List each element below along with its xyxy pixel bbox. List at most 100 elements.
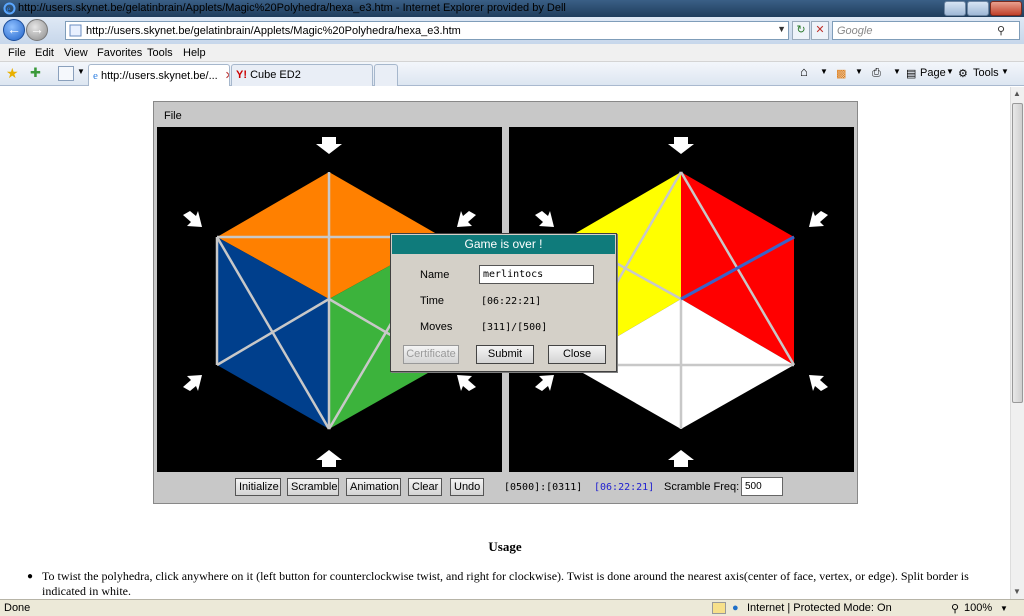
quick-tabs-icon[interactable] [58,66,74,81]
close-window-button[interactable] [990,1,1022,16]
bullet-icon: ● [27,571,34,582]
security-zone: Internet | Protected Mode: On [747,602,892,614]
zoom-icon: ⚲ [951,603,960,615]
page-dropdown-icon[interactable]: ▼ [946,67,954,76]
yahoo-icon: Y! [236,69,247,81]
arrow-bottom-icon[interactable] [668,450,694,467]
refresh-button[interactable]: ↻ [792,21,810,40]
search-placeholder: Google [837,25,873,37]
vertical-scrollbar[interactable]: ▲ ▼ [1010,87,1024,599]
print-dropdown-icon[interactable]: ▼ [893,67,901,76]
zoom-dropdown-icon[interactable]: ▼ [1000,604,1008,613]
feeds-dropdown-icon[interactable]: ▼ [855,67,863,76]
forward-button[interactable]: → [26,19,48,41]
minimize-button[interactable] [944,1,966,16]
name-label: Name [420,269,450,281]
name-input[interactable]: merlintocs [479,265,594,284]
usage-heading: Usage [488,539,522,554]
new-tab-button[interactable] [374,64,398,86]
scrollbar-thumb[interactable] [1012,103,1023,403]
home-dropdown-icon[interactable]: ▼ [820,67,828,76]
time-value: [06:22:21] [481,296,542,307]
tools-dropdown-icon[interactable]: ▼ [1001,67,1009,76]
tab-current[interactable]: e http://users.skynet.be/... ✕ [88,64,230,86]
protected-mode-icon [712,602,726,614]
menu-edit[interactable]: Edit [35,47,54,59]
gear-icon: ⚙ [958,68,968,80]
arrow-upper-left-icon[interactable] [535,211,554,227]
stop-icon: ✕ [815,24,825,36]
arrow-upper-right-icon[interactable] [457,211,476,227]
arrow-upper-left-icon[interactable] [183,211,202,227]
scroll-up-icon[interactable]: ▲ [1013,89,1021,98]
menu-help[interactable]: Help [183,47,206,59]
arrow-top-icon[interactable] [316,137,342,154]
undo-button[interactable]: Undo [450,478,484,496]
restore-button[interactable] [967,1,989,16]
favorites-star-icon[interactable]: ★ [6,65,19,82]
status-text: Done [4,602,31,614]
address-url: http://users.skynet.be/gelatinbrain/Appl… [86,25,461,37]
initialize-button[interactable]: Initialize [235,478,281,496]
stop-button[interactable]: ✕ [811,21,829,40]
page-menu-button[interactable]: Page [920,67,946,79]
add-favorite-icon[interactable]: ✚ [30,65,41,81]
zoom-level[interactable]: 100% [964,602,992,614]
tab-cube-ed2[interactable]: Y! Cube ED2 [231,64,373,86]
close-button[interactable]: Close [548,345,606,364]
scramble-freq-input[interactable]: 500 [741,477,783,496]
print-icon[interactable]: ⎙ [872,67,881,80]
arrow-lower-right-icon[interactable] [809,375,828,391]
tab-close-icon[interactable]: ✕ [225,70,229,82]
time-label: Time [420,295,445,307]
clear-button[interactable]: Clear [408,478,442,496]
tools-menu-button[interactable]: Tools [973,67,999,79]
dialog-title: Game is over ! [392,235,615,254]
globe-icon: ● [732,602,739,614]
arrow-lower-left-icon[interactable] [183,375,202,391]
back-button[interactable]: ← [3,19,25,41]
usage-item: To twist the polyhedra, click anywhere o… [42,569,969,598]
menu-view[interactable]: View [64,47,88,59]
submit-button[interactable]: Submit [476,345,534,364]
animation-button[interactable]: Animation [346,478,401,496]
status-bar: Done ● Internet | Protected Mode: On ⚲ 1… [0,599,1024,616]
refresh-icon: ↻ [796,24,806,36]
address-toolbar: ← → http://users.skynet.be/gelatinbrain/… [0,17,1024,44]
elapsed-timer: [06:22:21] [594,482,655,493]
menu-bar: File Edit View Favorites Tools Help [0,44,1024,62]
arrow-lower-left-icon[interactable] [535,375,554,391]
arrow-bottom-icon[interactable] [316,450,342,467]
back-arrow-icon: ← [7,21,21,37]
moves-value: [311]/[500] [481,322,548,333]
page-icon [69,24,82,37]
menu-tools[interactable]: Tools [147,47,173,59]
tab-ie-icon: e [93,70,98,82]
applet-file-menu[interactable]: File [164,110,182,122]
arrow-top-icon[interactable] [668,137,694,154]
tab-current-label: http://users.skynet.be/... [100,70,218,82]
title-bar: e http://users.skynet.be/gelatinbrain/Ap… [0,0,1024,17]
search-icon[interactable]: ⚲ [997,24,1005,37]
arrow-upper-right-icon[interactable] [809,211,828,227]
home-icon[interactable]: ⌂ [800,64,808,79]
page-menu-icon: ▤ [906,68,917,80]
tab-cube-ed2-label: Cube ED2 [250,69,301,81]
arrow-lower-right-icon[interactable] [457,375,476,391]
scroll-down-icon[interactable]: ▼ [1013,587,1021,596]
certificate-button[interactable]: Certificate [403,345,459,364]
address-dropdown-icon[interactable]: ▼ [777,24,786,34]
tab-bar: ★ ✚ ▼ e http://users.skynet.be/... ✕ Y! … [0,62,1024,86]
search-input[interactable]: Google ⚲ [832,21,1020,40]
feeds-icon[interactable]: ▩ [836,67,846,80]
forward-arrow-icon: → [30,21,44,37]
applet-controls: Initialize Scramble Animation Clear Undo… [154,474,857,502]
scramble-button[interactable]: Scramble [287,478,339,496]
address-field[interactable]: http://users.skynet.be/gelatinbrain/Appl… [65,21,789,40]
moves-label: Moves [420,321,453,333]
tab-list-dropdown-icon[interactable]: ▼ [77,67,85,76]
scramble-freq-label: Scramble Freq: [664,481,740,493]
move-counter: [0500]:[0311] [504,482,583,493]
menu-file[interactable]: File [8,47,26,59]
menu-favorites[interactable]: Favorites [97,47,142,59]
